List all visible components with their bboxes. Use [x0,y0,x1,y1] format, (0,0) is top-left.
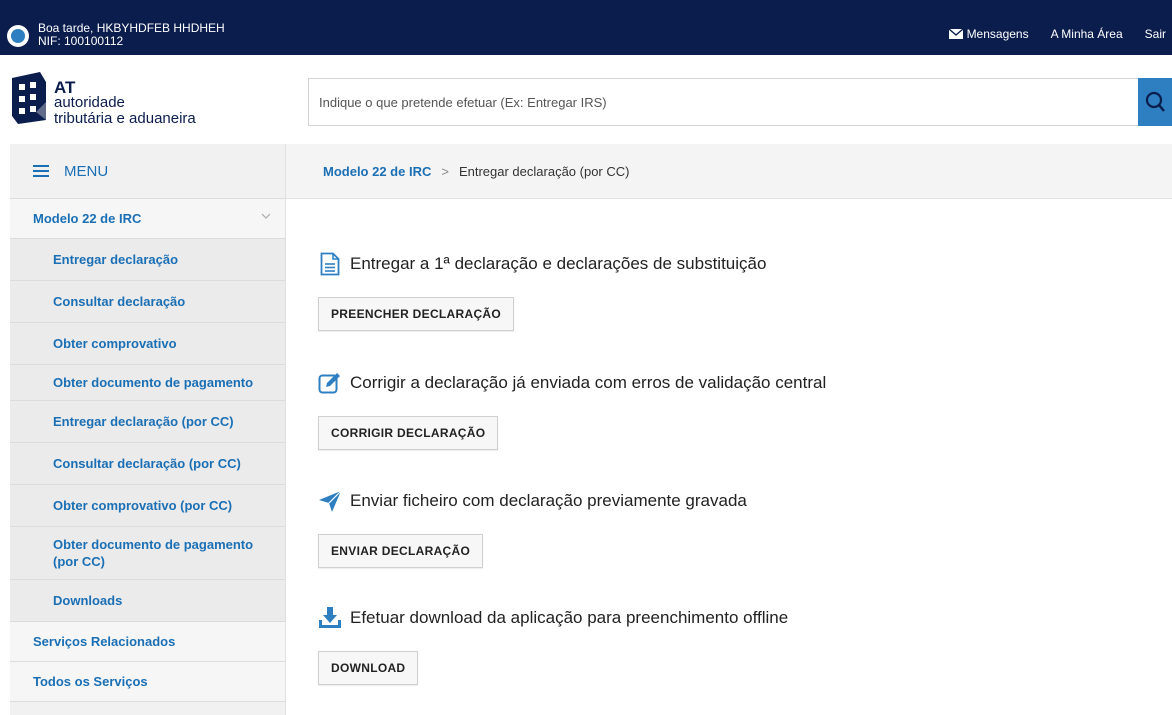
sidebar-item-label: Obter comprovativo (por CC) [53,498,233,513]
sidebar-item-servicos-relacionados[interactable]: Serviços Relacionados [10,622,285,662]
sidebar-item-label: Modelo 22 de IRC [33,211,142,226]
sidebar-menu: MENU Modelo 22 de IRC Entregar declaraçã… [10,144,286,715]
sidebar-item-label: Entregar declaração [53,252,179,267]
sidebar-item-label: Consultar declaração [53,294,186,309]
menu-label: MENU [64,162,109,180]
search-input[interactable] [309,79,1139,125]
sidebar-item-todos-servicos[interactable]: Todos os Serviços [10,662,285,702]
sidebar-item-documento-pagamento-cc[interactable]: Obter documento de pagamento (por CC) [10,527,285,580]
section-title-text: Efetuar download da aplicação para preen… [350,608,789,627]
enviar-declaracao-button[interactable]: ENVIAR DECLARAÇÃO [318,534,484,568]
section-title: Efetuar download da aplicação para preen… [318,604,788,632]
envelope-icon [948,29,963,39]
search-bar [308,78,1172,126]
sidebar-item-label: Obter documento de pagamento (por CC) [53,537,254,569]
sidebar-item-label: Entregar declaração (por CC) [53,414,234,429]
at-emblem-icon [12,72,46,124]
sidebar-item-entregar[interactable]: Entregar declaração [10,239,285,281]
breadcrumb-current: Entregar declaração (por CC) [458,163,630,179]
section-title-text: Corrigir a declaração já enviada com err… [350,373,827,392]
my-area-link[interactable]: A Minha Área [1051,27,1123,41]
sidebar-item-comprovativo-cc[interactable]: Obter comprovativo (por CC) [10,485,285,527]
section-enviar: Enviar ficheiro com declaração previamen… [318,487,747,568]
logo-line-1: autoridade [54,94,125,111]
my-area-label: A Minha Área [1050,27,1123,41]
at-logo[interactable]: AT autoridade tributária e aduaneira [10,70,250,130]
logout-label: Sair [1144,27,1166,41]
logout-link[interactable]: Sair [1145,27,1166,41]
sidebar-item-consultar[interactable]: Consultar declaração [10,281,285,323]
sidebar-item-label: Downloads [53,593,123,608]
user-avatar-icon[interactable] [7,25,29,47]
download-icon [318,606,342,630]
section-entregar: Entregar a 1ª declaração e declarações d… [318,250,766,331]
document-icon [318,252,342,276]
section-title: Enviar ficheiro com declaração previamen… [318,487,747,515]
sidebar-item-entregar-cc[interactable]: Entregar declaração (por CC) [10,401,285,443]
sidebar-item-label: Serviços Relacionados [33,634,176,649]
messages-label: Mensagens [966,27,1029,41]
edit-icon [318,371,342,395]
sidebar-item-comprovativo[interactable]: Obter comprovativo [10,323,285,365]
logo-text: AT autoridade tributária e aduaneira [54,78,196,127]
section-title-text: Enviar ficheiro com declaração previamen… [350,491,747,510]
top-nav: Mensagens A Minha Área Sair [948,27,1172,41]
sidebar-item-label: Obter documento de pagamento [53,375,254,390]
paper-plane-icon [318,489,342,513]
sidebar-item-modelo-22[interactable]: Modelo 22 de IRC [10,199,285,239]
section-title: Corrigir a declaração já enviada com err… [318,369,826,397]
menu-toggle[interactable]: MENU [10,144,285,199]
breadcrumb: Modelo 22 de IRC > Entregar declaração (… [286,144,1172,199]
site-header: AT autoridade tributária e aduaneira [0,55,1172,144]
chevron-down-icon [261,213,271,219]
section-title: Entregar a 1ª declaração e declarações d… [318,250,766,278]
download-button[interactable]: DOWNLOAD [318,651,419,685]
hamburger-icon [33,165,49,177]
section-download: Efetuar download da aplicação para preen… [318,604,788,685]
logo-line-2: tributária e aduaneira [54,110,196,127]
search-button[interactable] [1138,78,1172,126]
section-corrigir: Corrigir a declaração já enviada com err… [318,369,826,450]
messages-link[interactable]: Mensagens [948,27,1029,41]
section-title-text: Entregar a 1ª declaração e declarações d… [350,254,767,273]
sidebar-item-consultar-cc[interactable]: Consultar declaração (por CC) [10,443,285,485]
preencher-declaracao-button[interactable]: PREENCHER DECLARAÇÃO [318,297,515,331]
sidebar-item-label: Todos os Serviços [33,674,148,689]
top-bar: Boa tarde, HKBYHDFEB HHDHEH NIF: 1001001… [0,0,1172,55]
search-icon [1145,91,1165,112]
sidebar-item-downloads[interactable]: Downloads [10,580,285,622]
sidebar-item-label: Consultar declaração (por CC) [53,456,241,471]
sidebar-item-label: Obter comprovativo [53,336,177,351]
user-greeting: Boa tarde, HKBYHDFEB HHDHEH NIF: 1001001… [38,22,225,48]
nif-text: NIF: 100100112 [38,34,124,48]
breadcrumb-parent-link[interactable]: Modelo 22 de IRC [323,164,431,179]
corrigir-declaracao-button[interactable]: CORRIGIR DECLARAÇÃO [318,416,499,450]
logo-at: AT [54,78,76,97]
breadcrumb-separator: > [441,163,449,179]
sidebar-item-documento-pagamento[interactable]: Obter documento de pagamento [10,365,285,401]
